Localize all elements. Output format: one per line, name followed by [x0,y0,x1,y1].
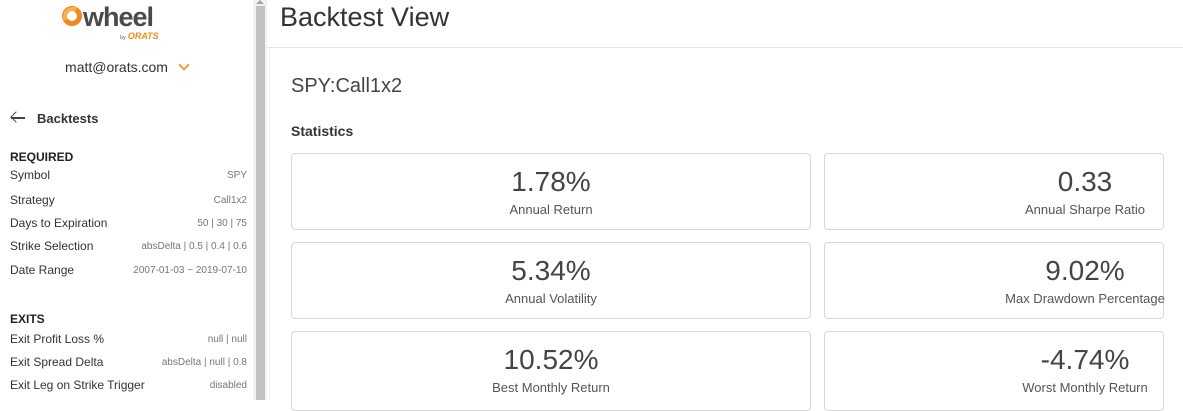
param-label: Exit Spread Delta [10,355,104,369]
page-title: Backtest View [280,2,450,32]
stat-card-annual-return: 1.78% Annual Return [291,153,811,230]
arrow-left-icon[interactable] [10,110,26,126]
param-label: Days to Expiration [10,216,108,230]
stat-card-worst-monthly-return: -4.74% Worst Monthly Return [824,331,1164,411]
wheel-logo-mark [62,6,82,26]
param-label: Date Range [10,263,75,277]
stat-value: 10.52% [503,344,599,375]
user-menu[interactable]: matt@orats.com [0,59,253,75]
back-to-backtests-link[interactable]: Backtests [10,108,98,128]
param-label: Exit Leg on Strike Trigger [10,378,145,392]
param-label: Symbol [10,168,51,182]
scrollbar-thumb[interactable] [256,6,265,400]
param-value: null | null [207,333,247,345]
stat-value: 0.33 [1057,166,1113,197]
param-value: absDelta | null | 0.8 [161,356,247,368]
param-row-exit-leg-on-strike-trigger: Exit Leg on Strike Trigger disabled [10,376,247,394]
exits-section-title: EXITS [10,312,45,326]
stat-label: Worst Monthly Return [1022,380,1148,395]
param-label: Strike Selection [10,239,94,253]
param-label: Exit Profit Loss % [10,332,105,346]
stat-value: 9.02% [1045,255,1125,286]
stat-label: Best Monthly Return [492,380,610,395]
param-row-exit-profit-loss: Exit Profit Loss % null | null [10,330,247,348]
stat-label: Max Drawdown Percentage [1005,291,1165,306]
logo-word: wheel [83,2,154,32]
stat-value: -4.74% [1040,344,1130,375]
main-panel: Backtest View SPY:Call1x2 Statistics 1.7… [267,0,1183,411]
sidebar: wheel by ORATS matt@orats.com Backtests R… [0,0,253,400]
user-email: matt@orats.com [65,59,168,75]
stat-card-max-drawdown-percentage: 9.02% Max Drawdown Percentage [824,242,1165,319]
stat-value: 5.34% [511,255,591,286]
param-value: disabled [209,379,247,391]
param-value: Call1x2 [213,194,247,206]
param-row-strategy: Strategy Call1x2 [10,191,247,209]
param-row-days-to-expiration: Days to Expiration 50 | 30 | 75 [10,214,247,232]
param-value: absDelta | 0.5 | 0.4 | 0.6 [141,240,247,252]
statistics-title: Statistics [291,123,354,139]
sidebar-scrollbar[interactable] [253,0,267,400]
param-value: 2007-01-03 ~ 2019-07-10 [133,264,247,276]
wheel-logo[interactable]: wheel by ORATS [62,2,172,41]
param-row-symbol: Symbol SPY [10,166,247,184]
required-section-title: REQUIRED [10,150,74,164]
stat-card-annual-sharpe-ratio: 0.33 Annual Sharpe Ratio [824,153,1164,230]
stat-label: Annual Volatility [505,291,597,306]
param-value: 50 | 30 | 75 [197,217,247,229]
param-row-exit-spread-delta: Exit Spread Delta absDelta | null | 0.8 [10,353,247,371]
param-row-date-range: Date Range 2007-01-03 ~ 2019-07-10 [10,261,247,279]
back-label: Backtests [37,110,99,126]
param-label: Strategy [10,193,55,207]
stat-label: Annual Return [509,202,593,217]
stat-card-best-monthly-return: 10.52% Best Monthly Return [291,331,811,411]
backtest-name: SPY:Call1x2 [291,75,403,97]
stat-label: Annual Sharpe Ratio [1025,202,1145,217]
scroll-up-arrow-icon[interactable] [256,0,264,4]
param-value: SPY [226,169,247,181]
stat-value: 1.78% [511,166,591,197]
chevron-down-icon[interactable] [178,59,190,71]
stat-card-annual-volatility: 5.34% Annual Volatility [291,242,811,319]
param-row-strike-selection: Strike Selection absDelta | 0.5 | 0.4 | … [10,237,247,255]
logo-brand: by ORATS [120,31,159,41]
